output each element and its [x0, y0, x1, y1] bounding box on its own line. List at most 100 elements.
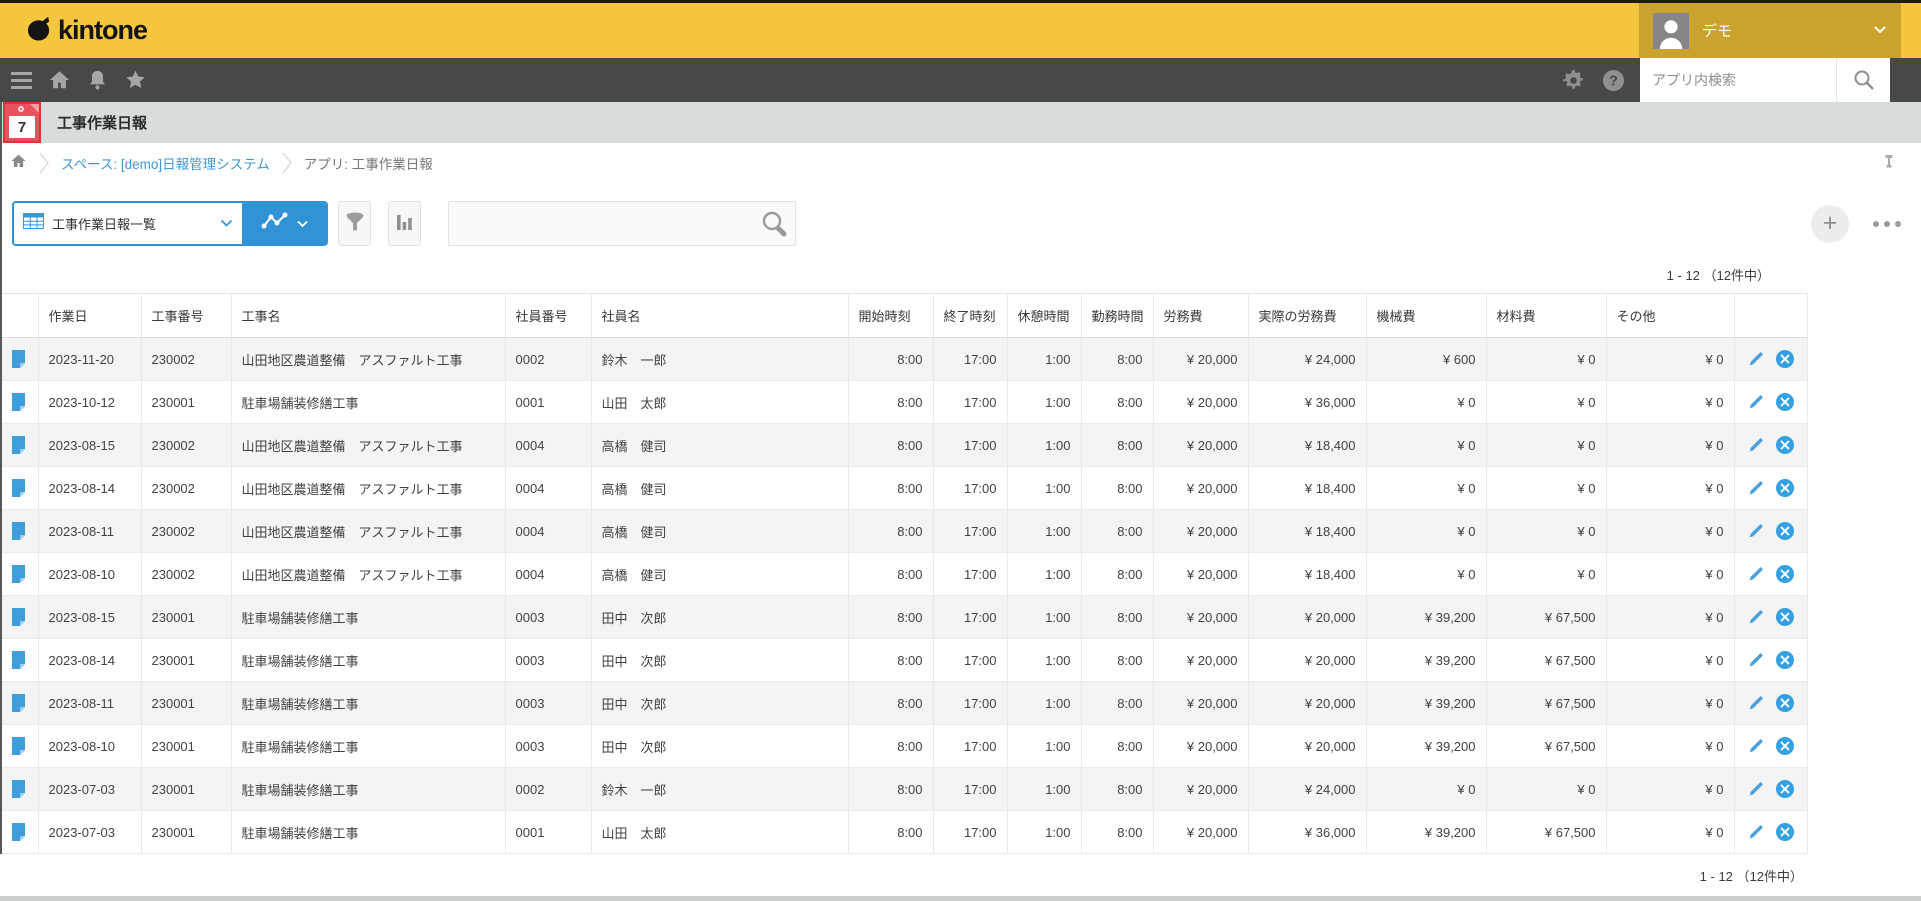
record-icon[interactable] [11, 479, 26, 497]
cell-employeeNo: 0002 [505, 337, 592, 381]
cell-employeeName: 高橋 健司 [591, 509, 849, 553]
cell-projectName: 山田地区農道整備 アスファルト工事 [231, 552, 506, 596]
column-header-workTime[interactable]: 勤務時間 [1081, 293, 1154, 338]
column-header-laborCost[interactable]: 労務費 [1153, 293, 1249, 338]
home-icon[interactable] [46, 67, 73, 94]
column-header-projectNo[interactable]: 工事番号 [141, 293, 232, 338]
edit-record-button[interactable] [1748, 480, 1764, 496]
delete-circle-x-icon [1775, 436, 1794, 454]
cell-workDate: 2023-08-11 [38, 681, 142, 725]
delete-record-button[interactable] [1775, 350, 1794, 368]
cell-actualLaborCost: ¥ 36,000 [1248, 380, 1367, 424]
record-icon[interactable] [11, 823, 26, 841]
cell-workTime: 8:00 [1081, 466, 1154, 510]
delete-record-button[interactable] [1775, 479, 1794, 497]
cell-materialCost: ¥ 67,500 [1486, 595, 1607, 639]
column-header-endTime[interactable]: 終了時刻 [933, 293, 1008, 338]
record-open-cell [0, 767, 39, 811]
search-icon[interactable] [1836, 58, 1890, 102]
graph-view-button[interactable] [242, 203, 326, 244]
search-icon[interactable] [759, 209, 789, 239]
delete-record-button[interactable] [1775, 436, 1794, 454]
delete-record-button[interactable] [1775, 651, 1794, 669]
edit-record-button[interactable] [1748, 738, 1764, 754]
column-header-workDate[interactable]: 作業日 [38, 293, 142, 338]
delete-circle-x-icon [1775, 780, 1794, 798]
column-header-actualLaborCost[interactable]: 実際の労務費 [1248, 293, 1367, 338]
cell-startTime: 8:00 [848, 552, 934, 596]
hamburger-menu-icon[interactable] [8, 67, 35, 94]
kintone-logo[interactable]: kintone [26, 15, 148, 47]
row-actions-cell [1734, 380, 1808, 424]
column-header-machineCost[interactable]: 機械費 [1366, 293, 1487, 338]
column-header-employeeNo[interactable]: 社員番号 [505, 293, 592, 338]
column-header-employeeName[interactable]: 社員名 [591, 293, 849, 338]
edit-record-button[interactable] [1748, 609, 1764, 625]
delete-record-button[interactable] [1775, 823, 1794, 841]
pin-icon[interactable] [1883, 155, 1895, 173]
add-record-button[interactable]: + [1811, 204, 1849, 243]
favorites-star-icon[interactable] [122, 67, 149, 94]
record-icon[interactable] [11, 737, 26, 755]
record-icon[interactable] [11, 522, 26, 540]
delete-record-button[interactable] [1775, 522, 1794, 540]
edit-record-button[interactable] [1748, 695, 1764, 711]
column-header-breakTime[interactable]: 休憩時間 [1007, 293, 1082, 338]
column-header-startTime[interactable]: 開始時刻 [848, 293, 934, 338]
column-header-projectName[interactable]: 工事名 [231, 293, 506, 338]
table-row: 2023-11-20 230002 山田地区農道整備 アスファルト工事 0002 鈴木 … [0, 337, 1808, 381]
gear-icon[interactable] [1560, 67, 1587, 94]
app-icon[interactable]: 7 [3, 102, 41, 143]
delete-record-button[interactable] [1775, 608, 1794, 626]
edit-record-button[interactable] [1748, 566, 1764, 582]
cell-otherCost: ¥ 0 [1606, 466, 1735, 510]
cell-workDate: 2023-07-03 [38, 810, 142, 854]
column-header-otherCost[interactable]: その他 [1606, 293, 1735, 338]
notifications-bell-icon[interactable] [84, 67, 111, 94]
filter-button[interactable] [338, 201, 371, 246]
edit-record-button[interactable] [1748, 523, 1764, 539]
delete-record-button[interactable] [1775, 780, 1794, 798]
record-icon[interactable] [11, 651, 26, 669]
delete-record-button[interactable] [1775, 393, 1794, 411]
breadcrumb-home-icon[interactable] [10, 153, 27, 174]
cell-breakTime: 1:00 [1007, 509, 1082, 553]
edit-record-button[interactable] [1748, 394, 1764, 410]
cell-projectNo: 230001 [141, 638, 232, 682]
edit-record-button[interactable] [1748, 437, 1764, 453]
breadcrumb-space-link[interactable]: スペース: [demo]日報管理システム [61, 153, 270, 173]
record-icon[interactable] [11, 436, 26, 454]
record-icon[interactable] [11, 694, 26, 712]
cell-laborCost: ¥ 20,000 [1153, 681, 1249, 725]
more-options-button[interactable] [1869, 209, 1905, 239]
edit-record-button[interactable] [1748, 652, 1764, 668]
record-icon[interactable] [11, 393, 26, 411]
record-icon[interactable] [11, 350, 26, 368]
cell-laborCost: ¥ 20,000 [1153, 466, 1249, 510]
table-row: 2023-08-11 230001 駐車場舗装修繕工事 0003 田中 次郎 8:00 17… [0, 681, 1808, 725]
edit-pencil-icon [1749, 782, 1763, 796]
record-icon[interactable] [11, 780, 26, 798]
cell-actualLaborCost: ¥ 36,000 [1248, 810, 1367, 854]
record-icon[interactable] [11, 608, 26, 626]
chart-button[interactable] [388, 201, 421, 246]
edit-pencil-icon [1749, 739, 1763, 753]
record-file-icon [12, 350, 26, 368]
record-search-input[interactable] [449, 215, 759, 232]
cell-projectName: 駐車場舗装修繕工事 [231, 810, 506, 854]
delete-record-button[interactable] [1775, 694, 1794, 712]
kintone-logo-text: kintone [58, 15, 148, 45]
cell-laborCost: ¥ 20,000 [1153, 509, 1249, 553]
delete-record-button[interactable] [1775, 737, 1794, 755]
cell-workDate: 2023-11-20 [38, 337, 142, 381]
delete-record-button[interactable] [1775, 565, 1794, 583]
view-select-dropdown[interactable]: 工事作業日報一覧 [14, 203, 242, 244]
column-header-materialCost[interactable]: 材料費 [1486, 293, 1607, 338]
edit-record-button[interactable] [1748, 351, 1764, 367]
user-menu[interactable]: デモ [1639, 3, 1901, 58]
in-app-search-input[interactable] [1640, 58, 1836, 102]
record-icon[interactable] [11, 565, 26, 583]
help-icon[interactable]: ? [1600, 67, 1627, 94]
edit-record-button[interactable] [1748, 824, 1764, 840]
edit-record-button[interactable] [1748, 781, 1764, 797]
